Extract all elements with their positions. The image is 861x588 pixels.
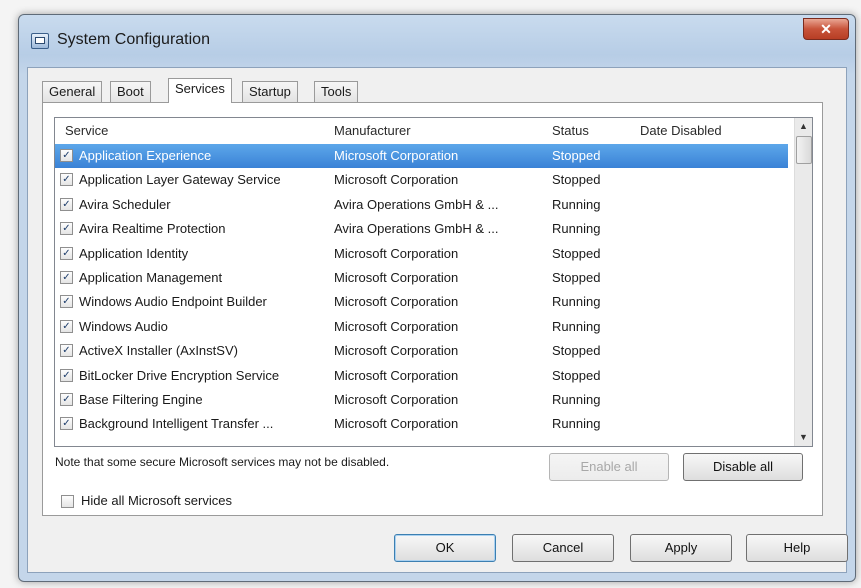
- service-checkbox[interactable]: ✓: [60, 344, 73, 358]
- service-name-cell: BitLocker Drive Encryption Service: [79, 367, 280, 383]
- table-row[interactable]: ✓ Windows Audio Microsoft Corporation Runni…: [55, 315, 788, 339]
- manufacturer-cell: Microsoft Corporation: [334, 294, 459, 310]
- manufacturer-cell: Avira Operations GmbH & ...: [334, 221, 499, 237]
- status-cell: Running: [552, 196, 601, 212]
- apply-button[interactable]: Apply: [630, 534, 732, 562]
- scroll-up-icon[interactable]: ▲: [795, 118, 812, 135]
- window-title: System Configuration: [57, 31, 210, 48]
- ok-button[interactable]: OK: [394, 534, 496, 562]
- service-name-cell: Windows Audio Endpoint Builder: [79, 294, 267, 310]
- service-checkbox[interactable]: ✓: [60, 319, 73, 333]
- service-name-cell: Background Intelligent Transfer ...: [79, 416, 274, 432]
- status-cell: Stopped: [552, 367, 601, 383]
- service-checkbox[interactable]: ✓: [60, 393, 73, 406]
- service-checkbox[interactable]: ✓: [60, 149, 73, 162]
- column-header-manufacturer[interactable]: Manufacturer: [334, 123, 411, 138]
- table-row[interactable]: ✓ Application Management Microsoft Corpora…: [55, 266, 788, 290]
- tab-general[interactable]: General: [42, 81, 103, 102]
- service-checkbox[interactable]: ✓: [60, 417, 73, 431]
- enable-all-button[interactable]: Enable all: [549, 453, 669, 481]
- service-checkbox[interactable]: ✓: [60, 271, 73, 284]
- manufacturer-cell: Microsoft Corporation: [334, 172, 459, 188]
- service-checkbox[interactable]: ✓: [60, 295, 73, 309]
- dialog-body: General Boot Services Startup Tools Serv…: [27, 67, 848, 573]
- status-cell: Stopped: [552, 270, 601, 285]
- manufacturer-cell: Avira Operations GmbH & ...: [334, 196, 499, 212]
- service-name-cell: Application Management: [79, 270, 223, 285]
- system-configuration-window: System Configuration ✕ General Boot Serv…: [18, 14, 856, 582]
- services-panel: Service Manufacturer Status Date Disable…: [42, 102, 823, 516]
- column-header-service[interactable]: Service: [65, 123, 108, 138]
- column-header-date-disabled[interactable]: Date Disabled: [640, 123, 722, 138]
- hide-microsoft-services-checkbox[interactable]: [61, 495, 74, 508]
- manufacturer-cell: Microsoft Corporation: [334, 343, 459, 359]
- list-scrollbar[interactable]: ▲ ▼: [794, 118, 812, 446]
- disable-all-button[interactable]: Disable all: [683, 453, 803, 481]
- status-cell: Running: [552, 318, 601, 334]
- tab-boot[interactable]: Boot: [110, 81, 151, 102]
- status-cell: Stopped: [552, 245, 601, 261]
- service-name-cell: Base Filtering Engine: [79, 392, 203, 407]
- manufacturer-cell: Microsoft Corporation: [334, 367, 459, 383]
- tab-services[interactable]: Services: [168, 78, 232, 103]
- service-name-cell: ActiveX Installer (AxInstSV): [79, 343, 238, 359]
- hide-microsoft-services-label: Hide all Microsoft services: [81, 493, 232, 508]
- service-checkbox[interactable]: ✓: [60, 173, 73, 187]
- table-row[interactable]: ✓ Application Identity Microsoft Corporati…: [55, 242, 788, 266]
- service-name-cell: Application Identity: [79, 245, 189, 261]
- manufacturer-cell: Microsoft Corporation: [334, 270, 459, 285]
- table-row[interactable]: ✓ ActiveX Installer (AxInstSV) Microsoft C…: [55, 339, 788, 363]
- service-checkbox[interactable]: ✓: [60, 246, 73, 260]
- title-bar[interactable]: System Configuration ✕: [19, 15, 855, 67]
- status-cell: Running: [552, 416, 601, 432]
- service-checkbox[interactable]: ✓: [60, 368, 73, 382]
- close-button[interactable]: ✕: [803, 18, 849, 40]
- service-name-cell: Windows Audio: [79, 318, 168, 334]
- service-name-cell: Avira Realtime Protection: [79, 221, 226, 237]
- manufacturer-cell: Microsoft Corporation: [334, 148, 459, 163]
- service-name-cell: Avira Scheduler: [79, 196, 171, 212]
- status-cell: Running: [552, 294, 601, 310]
- list-header: Service Manufacturer Status Date Disable…: [55, 118, 795, 142]
- cancel-button[interactable]: Cancel: [512, 534, 614, 562]
- status-cell: Running: [552, 392, 601, 407]
- table-row[interactable]: ✓ Avira Scheduler Avira Operations GmbH & …: [55, 193, 788, 217]
- service-checkbox[interactable]: ✓: [60, 197, 73, 211]
- tab-tools[interactable]: Tools: [314, 81, 359, 102]
- status-cell: Stopped: [552, 343, 601, 359]
- status-cell: Stopped: [552, 172, 601, 188]
- status-cell: Stopped: [552, 148, 601, 163]
- table-row[interactable]: ✓ Avira Realtime Protection Avira Operatio…: [55, 217, 788, 241]
- scrollbar-thumb[interactable]: [796, 136, 812, 164]
- manufacturer-cell: Microsoft Corporation: [334, 392, 459, 407]
- status-cell: Running: [552, 221, 601, 237]
- service-checkbox[interactable]: ✓: [60, 222, 73, 236]
- table-row[interactable]: ✓ Application Layer Gateway Service Micros…: [55, 168, 788, 192]
- tab-startup[interactable]: Startup: [242, 81, 298, 102]
- scroll-down-icon[interactable]: ▼: [795, 429, 812, 446]
- column-header-status[interactable]: Status: [552, 123, 589, 138]
- service-name-cell: Application Experience: [79, 148, 212, 163]
- help-button[interactable]: Help: [746, 534, 848, 562]
- manufacturer-cell: Microsoft Corporation: [334, 245, 459, 261]
- msconfig-icon: [31, 33, 49, 49]
- table-row[interactable]: ✓ Windows Audio Endpoint Builder Microsoft…: [55, 290, 788, 314]
- table-row[interactable]: ✓ Background Intelligent Transfer ... Micr…: [55, 412, 788, 436]
- manufacturer-cell: Microsoft Corporation: [334, 416, 459, 432]
- table-row[interactable]: ✓ BitLocker Drive Encryption Service Micro…: [55, 364, 788, 388]
- service-name-cell: Application Layer Gateway Service: [79, 172, 281, 188]
- services-list[interactable]: Service Manufacturer Status Date Disable…: [54, 117, 813, 447]
- manufacturer-cell: Microsoft Corporation: [334, 318, 459, 334]
- table-row[interactable]: ✓ Application Experience Microsoft Corpora…: [55, 144, 788, 168]
- secure-services-note: Note that some secure Microsoft services…: [55, 455, 390, 469]
- table-row[interactable]: ✓ Base Filtering Engine Microsoft Corporat…: [55, 388, 788, 412]
